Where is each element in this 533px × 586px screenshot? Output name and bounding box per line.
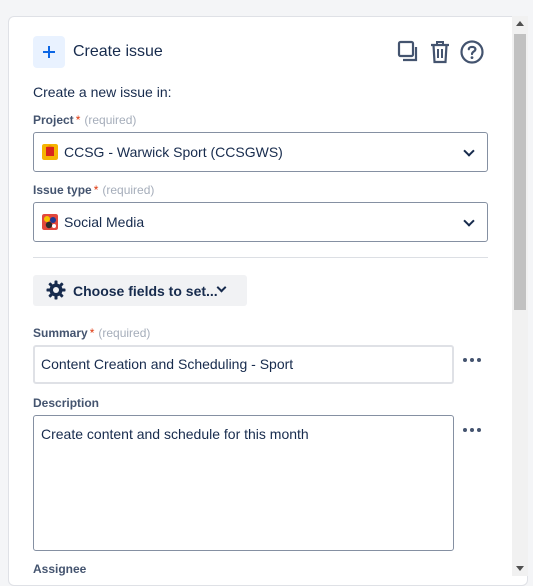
summary-label: Summary * (required) <box>33 326 150 340</box>
issue-type-value: Social Media <box>64 214 145 230</box>
description-value: Create content and schedule for this mon… <box>41 426 309 442</box>
copy-icon[interactable] <box>395 39 421 65</box>
assignee-label-text: Assignee <box>33 562 87 576</box>
vertical-scrollbar[interactable] <box>512 16 528 576</box>
required-marker: * <box>89 326 95 340</box>
description-more-icon[interactable] <box>461 426 483 434</box>
summary-input[interactable]: Content Creation and Scheduling - Sport <box>33 345 454 384</box>
scroll-down-arrow-icon[interactable] <box>516 566 524 571</box>
panel-header: Create issue <box>33 36 493 68</box>
required-marker: * <box>75 113 81 127</box>
chevron-down-icon <box>216 282 227 293</box>
required-text: (required) <box>98 326 151 340</box>
required-marker: * <box>93 183 99 197</box>
create-issue-panel: Create issue Create a new issue in: Proj… <box>8 16 528 586</box>
scroll-up-arrow-icon[interactable] <box>516 21 524 26</box>
required-text: (required) <box>102 183 155 197</box>
required-text: (required) <box>84 113 137 127</box>
chevron-down-icon <box>463 215 475 227</box>
project-select[interactable]: CCSG - Warwick Sport (CCSGWS) <box>33 132 488 172</box>
panel-title: Create issue <box>73 43 163 60</box>
intro-text: Create a new issue in: <box>33 84 172 100</box>
project-label: Project * (required) <box>33 113 136 127</box>
plus-icon <box>33 36 65 68</box>
scroll-thumb[interactable] <box>514 34 526 310</box>
project-label-text: Project <box>33 113 74 127</box>
issue-type-label: Issue type * (required) <box>33 183 154 197</box>
summary-more-icon[interactable] <box>461 356 483 364</box>
choose-fields-label: Choose fields to set... <box>73 283 218 299</box>
help-icon[interactable] <box>459 39 485 65</box>
description-label-text: Description <box>33 396 100 410</box>
gear-icon <box>46 280 66 300</box>
chevron-down-icon <box>463 145 475 157</box>
choose-fields-button[interactable]: Choose fields to set... <box>33 275 247 306</box>
project-value: CCSG - Warwick Sport (CCSGWS) <box>64 144 283 160</box>
trash-icon[interactable] <box>427 39 453 65</box>
summary-label-text: Summary <box>33 326 88 340</box>
social-media-issue-icon <box>42 214 58 230</box>
summary-value: Content Creation and Scheduling - Sport <box>41 356 294 372</box>
project-avatar-icon <box>42 144 58 160</box>
issue-type-label-text: Issue type <box>33 183 92 197</box>
section-divider <box>33 257 488 258</box>
description-label: Description <box>33 396 99 410</box>
issue-type-select[interactable]: Social Media <box>33 202 488 242</box>
description-textarea[interactable]: Create content and schedule for this mon… <box>33 415 454 551</box>
assignee-label: Assignee <box>33 562 86 576</box>
